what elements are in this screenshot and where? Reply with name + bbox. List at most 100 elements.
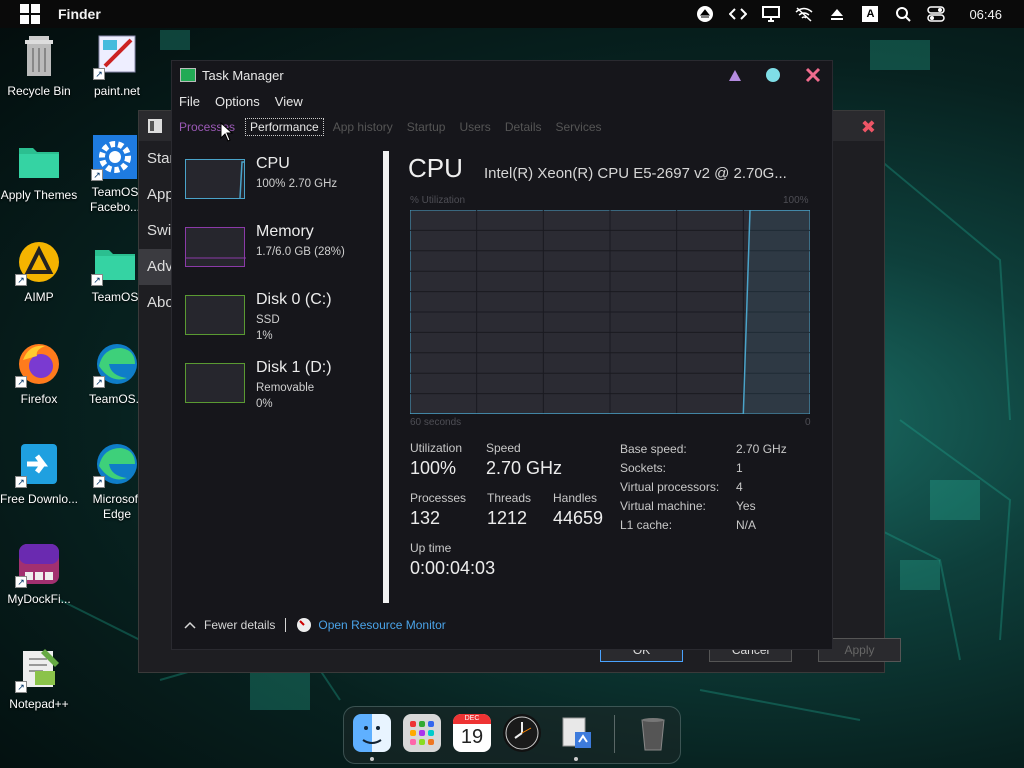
stat-label: Handles xyxy=(553,491,598,505)
settings-app-icon xyxy=(148,119,162,133)
detail-key: Base speed: xyxy=(620,442,687,456)
task-manager-app-icon xyxy=(180,68,196,82)
running-indicator xyxy=(574,757,578,761)
resource-detail: Removable xyxy=(256,382,315,394)
download-icon: ↗ xyxy=(15,440,63,488)
disk-thumbnail-graph xyxy=(185,295,245,335)
stat-handles: Handles 44659 xyxy=(553,491,603,529)
gear-icon: ↗ xyxy=(91,133,139,181)
menu-file[interactable]: File xyxy=(179,94,200,109)
tab-services[interactable]: Services xyxy=(556,120,602,134)
detail-value: Yes xyxy=(736,499,756,513)
chevron-up-icon[interactable] xyxy=(184,620,196,630)
start-icon[interactable] xyxy=(20,4,40,24)
desktop-icon-label: Notepad++ xyxy=(9,697,69,711)
calendar-month: DEC xyxy=(453,714,491,724)
search-icon[interactable] xyxy=(892,3,914,25)
resource-detail: 1.7/6.0 GB (28%) xyxy=(256,246,345,258)
tab-app-history[interactable]: App history xyxy=(333,120,393,134)
paint-icon: ↗ xyxy=(93,32,141,80)
control-center-icon[interactable] xyxy=(925,3,947,25)
stat-label: Utilization xyxy=(410,441,463,455)
close-icon[interactable] xyxy=(805,67,821,83)
task-manager-window[interactable]: Task Manager File Options View Processes… xyxy=(171,60,833,650)
notepad-icon: ↗ xyxy=(15,645,63,693)
clock[interactable]: 06:46 xyxy=(969,7,1002,22)
shortcut-arrow-icon: ↗ xyxy=(15,476,27,488)
resource-item-disk-1[interactable]: Disk 1 (D:) Removable 0% xyxy=(172,353,382,419)
resource-usage: 1% xyxy=(256,330,273,342)
calendar-day: 19 xyxy=(460,726,484,748)
desktop-icon-notepad-plus[interactable]: ↗ Notepad++ xyxy=(0,645,79,712)
fewer-details-link[interactable]: Fewer details xyxy=(204,618,275,632)
desktop-icon-label: MyDockFi... xyxy=(7,592,71,606)
desktop-icon-label: paint.net xyxy=(93,84,141,98)
detail-key: L1 cache: xyxy=(620,518,673,532)
desktop-icon-firefox[interactable]: ↗ Firefox xyxy=(0,340,79,407)
resource-item-disk-0[interactable]: Disk 0 (C:) SSD 1% xyxy=(172,285,382,351)
maximize-icon[interactable] xyxy=(765,67,781,83)
menu-view[interactable]: View xyxy=(275,94,303,109)
desktop-icon-paint-net[interactable]: ↗ paint.net xyxy=(77,32,157,99)
resource-name: Disk 0 (C:) xyxy=(256,291,332,308)
desktop-icon-label: Free Downlo... xyxy=(0,492,79,506)
panel-heading: CPU xyxy=(408,153,463,183)
menu-bar: File Options View xyxy=(172,89,832,113)
utilization-axis-max: 100% xyxy=(783,195,809,206)
resource-item-memory[interactable]: Memory 1.7/6.0 GB (28%) xyxy=(172,217,382,283)
dock: DEC 19 xyxy=(343,706,681,764)
open-resource-monitor-link[interactable]: Open Resource Monitor xyxy=(318,618,445,632)
finder-icon[interactable] xyxy=(353,714,391,752)
eject-icon[interactable] xyxy=(694,3,716,25)
shortcut-arrow-icon: ↗ xyxy=(93,476,105,488)
tab-startup[interactable]: Startup xyxy=(407,120,446,134)
stat-label: Speed xyxy=(486,441,521,455)
cpu-utilization-chart xyxy=(410,210,810,414)
preview-icon[interactable] xyxy=(557,714,595,752)
desktop-icon-label: Apply Themes xyxy=(0,188,78,202)
stat-value: 2.70 GHz xyxy=(486,458,563,478)
pane-splitter[interactable] xyxy=(383,151,389,603)
desktop-icon-mydockfinder[interactable]: ↗ MyDockFi... xyxy=(0,540,79,607)
upload-icon[interactable] xyxy=(826,3,848,25)
desktop-icon-apply-themes[interactable]: Apply Themes xyxy=(0,136,79,203)
detail-value: N/A xyxy=(736,518,757,532)
trash-icon[interactable] xyxy=(634,714,672,752)
network-off-icon[interactable] xyxy=(793,3,815,25)
active-app-name[interactable]: Finder xyxy=(58,6,101,22)
desktop-icon-aimp[interactable]: ↗ AIMP xyxy=(0,238,79,305)
clock-icon[interactable] xyxy=(503,714,541,752)
detail-value: 1 xyxy=(736,461,743,475)
code-icon[interactable] xyxy=(727,3,749,25)
tab-performance[interactable]: Performance xyxy=(245,118,324,136)
detail-key: Sockets: xyxy=(620,461,667,475)
desktop-icon-recycle-bin[interactable]: Recycle Bin xyxy=(0,32,79,99)
utilization-axis-label: % Utilization xyxy=(410,195,466,206)
stat-speed: Speed 2.70 GHz xyxy=(486,441,562,479)
resource-usage: 0% xyxy=(256,398,273,410)
folder-icon: ↗ xyxy=(91,238,139,286)
stat-threads: Threads 1212 xyxy=(487,491,531,529)
calendar-icon[interactable]: DEC 19 xyxy=(453,714,491,752)
input-language-icon[interactable]: A xyxy=(859,3,881,25)
menu-options[interactable]: Options xyxy=(215,94,260,109)
close-icon[interactable]: ✖ xyxy=(861,117,876,138)
stat-label: Up time xyxy=(410,541,452,555)
disk-thumbnail-graph xyxy=(185,363,245,403)
desktop-icon-label: Firefox xyxy=(20,392,58,406)
resource-item-cpu[interactable]: CPU 100% 2.70 GHz xyxy=(172,149,382,215)
tab-details[interactable]: Details xyxy=(505,120,542,134)
running-indicator xyxy=(370,757,374,761)
tab-users[interactable]: Users xyxy=(459,120,490,134)
desktop-icon-free-download[interactable]: ↗ Free Downlo... xyxy=(0,440,79,507)
display-icon[interactable] xyxy=(760,3,782,25)
detail-key: Virtual machine: xyxy=(620,499,706,513)
tab-bar: Processes Performance App history Startu… xyxy=(172,113,832,141)
edge-icon: ↗ xyxy=(93,440,141,488)
edge-icon: ↗ xyxy=(93,340,141,388)
time-axis-zero: 0 xyxy=(805,417,811,428)
stat-value: 44659 xyxy=(553,508,604,528)
minimize-icon[interactable] xyxy=(727,67,743,83)
window-title: Task Manager xyxy=(202,67,284,83)
launchpad-icon[interactable] xyxy=(403,714,441,752)
